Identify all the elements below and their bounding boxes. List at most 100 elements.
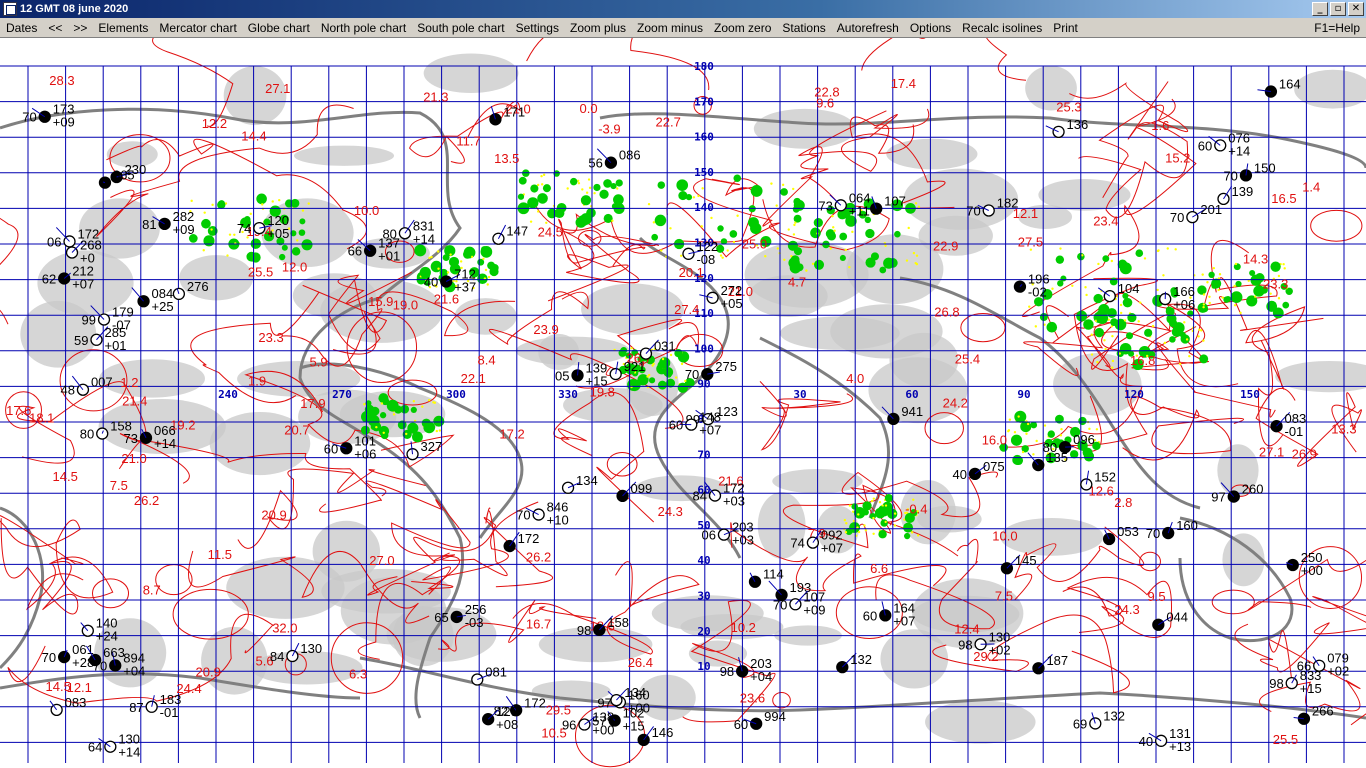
drizzle-dot bbox=[770, 182, 773, 185]
cloud-patch bbox=[454, 298, 517, 335]
longitude-label: 300 bbox=[446, 388, 466, 401]
station-pressure-change: +08 bbox=[496, 717, 518, 732]
drizzle-dot bbox=[211, 203, 214, 207]
rain-dot bbox=[677, 382, 688, 393]
close-button[interactable]: ✕ bbox=[1348, 2, 1364, 16]
drizzle-dot bbox=[427, 398, 431, 402]
drizzle-dot bbox=[893, 524, 897, 527]
drizzle-dot bbox=[1090, 333, 1093, 336]
pressure-value: 1.4 bbox=[1302, 180, 1320, 195]
station-pressure-change: +14 bbox=[1228, 143, 1250, 158]
minimize-button[interactable]: _ bbox=[1312, 2, 1328, 16]
cloud-patch bbox=[312, 520, 381, 582]
station-pressure-change: +00 bbox=[592, 723, 614, 738]
rain-dot bbox=[879, 266, 887, 274]
rain-dot bbox=[615, 179, 623, 187]
longitude-label: 150 bbox=[1240, 388, 1260, 401]
menu-settings[interactable]: Settings bbox=[510, 21, 564, 35]
rain-dot bbox=[1020, 421, 1032, 433]
station-temp: 70 bbox=[966, 204, 980, 219]
drizzle-dot bbox=[1202, 339, 1205, 342]
rain-dot bbox=[201, 218, 211, 229]
station-pressure-change: +0 bbox=[80, 251, 95, 266]
pressure-value: 27.1 bbox=[265, 81, 290, 96]
drizzle-dot bbox=[1097, 262, 1100, 266]
menu-autorefresh[interactable]: Autorefresh bbox=[831, 21, 904, 35]
drizzle-dot bbox=[421, 405, 424, 408]
weather-map-canvas[interactable]: 1801701601501401301201101009080706050403… bbox=[0, 38, 1366, 768]
rain-dot bbox=[1039, 313, 1048, 322]
pressure-value: 8.7 bbox=[143, 582, 161, 597]
station-id: 921 bbox=[624, 359, 646, 374]
drizzle-dot bbox=[884, 504, 888, 507]
drizzle-dot bbox=[710, 216, 713, 220]
drizzle-dot bbox=[646, 375, 649, 378]
drizzle-dot bbox=[1156, 288, 1159, 292]
station-model: 099 bbox=[616, 481, 652, 503]
menu-next[interactable]: >> bbox=[68, 21, 93, 35]
rain-dot bbox=[442, 254, 450, 262]
menu-prev[interactable]: << bbox=[43, 21, 68, 35]
pressure-value: 7.5 bbox=[110, 478, 128, 493]
drizzle-dot bbox=[697, 194, 700, 198]
station-temp: 64 bbox=[88, 740, 102, 755]
menu-stations[interactable]: Stations bbox=[777, 21, 831, 35]
weather-map[interactable]: 1801701601501401301201101009080706050403… bbox=[0, 38, 1366, 768]
pressure-value: 1.9 bbox=[248, 373, 266, 388]
pressure-value: 12.6 bbox=[1089, 484, 1114, 499]
rain-dot bbox=[593, 183, 601, 192]
station-id: 187 bbox=[1046, 653, 1068, 668]
rain-dot bbox=[410, 406, 417, 413]
drizzle-dot bbox=[736, 214, 739, 217]
drizzle-dot bbox=[611, 219, 614, 222]
drizzle-dot bbox=[382, 431, 385, 434]
station-temp: 74 bbox=[237, 221, 251, 236]
drizzle-dot bbox=[301, 209, 305, 212]
station-pressure-change: +00 bbox=[1301, 563, 1323, 578]
drizzle-dot bbox=[1111, 359, 1115, 363]
isoline-ring bbox=[1310, 209, 1363, 242]
window-title: 12 GMT 08 june 2020 bbox=[20, 3, 129, 15]
drizzle-dot bbox=[793, 223, 796, 227]
menu-zoom-zero[interactable]: Zoom zero bbox=[709, 21, 777, 35]
rain-dot bbox=[894, 230, 901, 238]
station-id: 146 bbox=[652, 725, 674, 740]
isoline-ring bbox=[155, 564, 193, 596]
drizzle-dot bbox=[392, 413, 396, 416]
rain-dot bbox=[865, 228, 875, 239]
drizzle-dot bbox=[805, 269, 808, 272]
rain-dot bbox=[1169, 336, 1176, 343]
menu-elements[interactable]: Elements bbox=[93, 21, 154, 35]
menu-recalc-isolines[interactable]: Recalc isolines bbox=[957, 21, 1048, 35]
pressure-value: 20.1 bbox=[679, 265, 704, 280]
pressure-value: 9.5 bbox=[1148, 589, 1166, 604]
drizzle-dot bbox=[781, 183, 785, 187]
drizzle-dot bbox=[587, 178, 591, 181]
menu-zoom-plus[interactable]: Zoom plus bbox=[564, 21, 631, 35]
pressure-value: 32.0 bbox=[272, 621, 297, 636]
station-temp: 70 bbox=[685, 367, 699, 382]
station-pressure-change: +14 bbox=[413, 231, 435, 246]
menu-globe-chart[interactable]: Globe chart bbox=[242, 21, 315, 35]
menu-print[interactable]: Print bbox=[1048, 21, 1084, 35]
menu-north-pole-chart[interactable]: North pole chart bbox=[315, 21, 411, 35]
station-id: 182 bbox=[997, 196, 1019, 211]
drizzle-dot bbox=[679, 254, 683, 258]
station-pressure-change: +01 bbox=[378, 249, 400, 264]
drizzle-dot bbox=[435, 429, 439, 433]
pressure-value: 2.8 bbox=[1114, 495, 1132, 510]
menu-dates[interactable]: Dates bbox=[0, 21, 43, 35]
station-temp: 70 bbox=[1223, 168, 1237, 183]
restore-button[interactable]: ▫ bbox=[1330, 2, 1346, 16]
menu-south-pole-chart[interactable]: South pole chart bbox=[412, 21, 510, 35]
drizzle-dot bbox=[1059, 434, 1063, 437]
pressure-value: 21.0 bbox=[121, 451, 146, 466]
menu-mercator-chart[interactable]: Mercator chart bbox=[154, 21, 242, 35]
menu-options[interactable]: Options bbox=[904, 21, 956, 35]
station-id: 152 bbox=[1094, 469, 1116, 484]
pressure-value: 16.5 bbox=[1271, 191, 1296, 206]
drizzle-dot bbox=[912, 251, 916, 255]
drizzle-dot bbox=[916, 534, 920, 537]
menu-zoom-minus[interactable]: Zoom minus bbox=[632, 21, 709, 35]
rain-dot bbox=[663, 367, 674, 377]
